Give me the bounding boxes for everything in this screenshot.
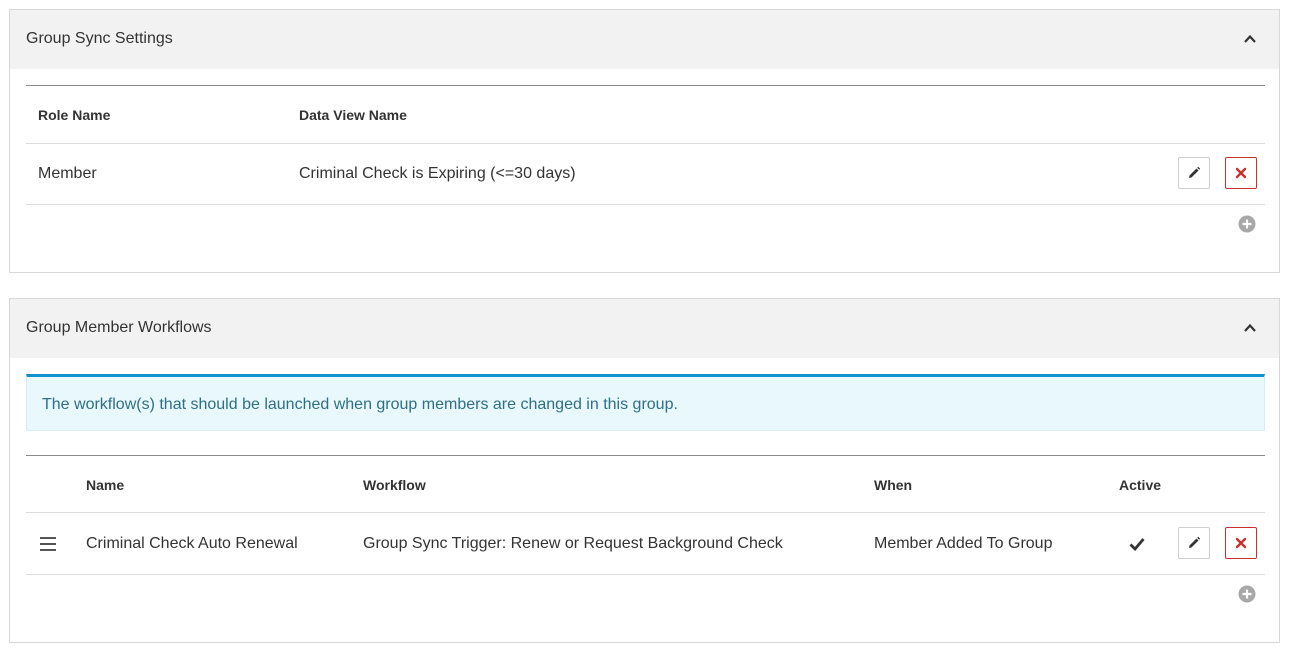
data-view-name-cell: Criminal Check is Expiring (<=30 days): [299, 165, 576, 182]
plus-circle-icon[interactable]: [1238, 215, 1256, 233]
delete-button[interactable]: [1225, 157, 1257, 189]
column-header-active[interactable]: Active: [1119, 477, 1161, 493]
column-header-when[interactable]: When: [874, 477, 912, 493]
column-header-data-view-name[interactable]: Data View Name: [299, 107, 407, 123]
workflow-cell: Group Sync Trigger: Renew or Request Bac…: [363, 535, 783, 552]
group-member-workflows-heading[interactable]: Group Member Workflows: [10, 299, 1279, 358]
column-header-name[interactable]: Name: [86, 477, 124, 493]
panel-title: Group Member Workflows: [26, 319, 212, 336]
group-sync-settings-panel: Group Sync Settings Role Name Data View …: [9, 9, 1280, 273]
drag-handle-icon[interactable]: [40, 537, 56, 551]
info-alert-text: The workflow(s) that should be launched …: [42, 396, 678, 413]
table-top-border: [26, 455, 1265, 456]
group-sync-settings-heading[interactable]: Group Sync Settings: [10, 10, 1279, 69]
column-header-workflow[interactable]: Workflow: [363, 477, 426, 493]
pencil-icon: [1189, 536, 1201, 548]
role-name-cell: Member: [38, 165, 97, 182]
close-icon: [1235, 167, 1247, 179]
workflows-table: Name Workflow When Active Criminal Check…: [26, 455, 1265, 595]
when-cell: Member Added To Group: [874, 535, 1053, 552]
edit-button[interactable]: [1178, 527, 1210, 559]
row-divider: [26, 512, 1265, 513]
row-divider: [26, 204, 1265, 205]
column-header-role-name[interactable]: Role Name: [38, 107, 110, 123]
plus-circle-icon[interactable]: [1238, 585, 1256, 603]
table-top-border: [26, 85, 1265, 86]
group-member-workflows-panel: Group Member Workflows The workflow(s) t…: [9, 298, 1280, 643]
info-alert: The workflow(s) that should be launched …: [26, 374, 1265, 431]
row-divider: [26, 143, 1265, 144]
panel-title: Group Sync Settings: [26, 30, 173, 47]
close-icon: [1235, 537, 1247, 549]
edit-button[interactable]: [1178, 157, 1210, 189]
workflow-name-cell: Criminal Check Auto Renewal: [86, 535, 298, 552]
delete-button[interactable]: [1225, 527, 1257, 559]
chevron-up-icon[interactable]: [1243, 32, 1257, 46]
group-sync-table: Role Name Data View Name Member Criminal…: [26, 85, 1265, 225]
chevron-up-icon[interactable]: [1243, 321, 1257, 335]
pencil-icon: [1189, 166, 1201, 178]
check-icon: [1129, 538, 1145, 551]
row-divider: [26, 574, 1265, 575]
